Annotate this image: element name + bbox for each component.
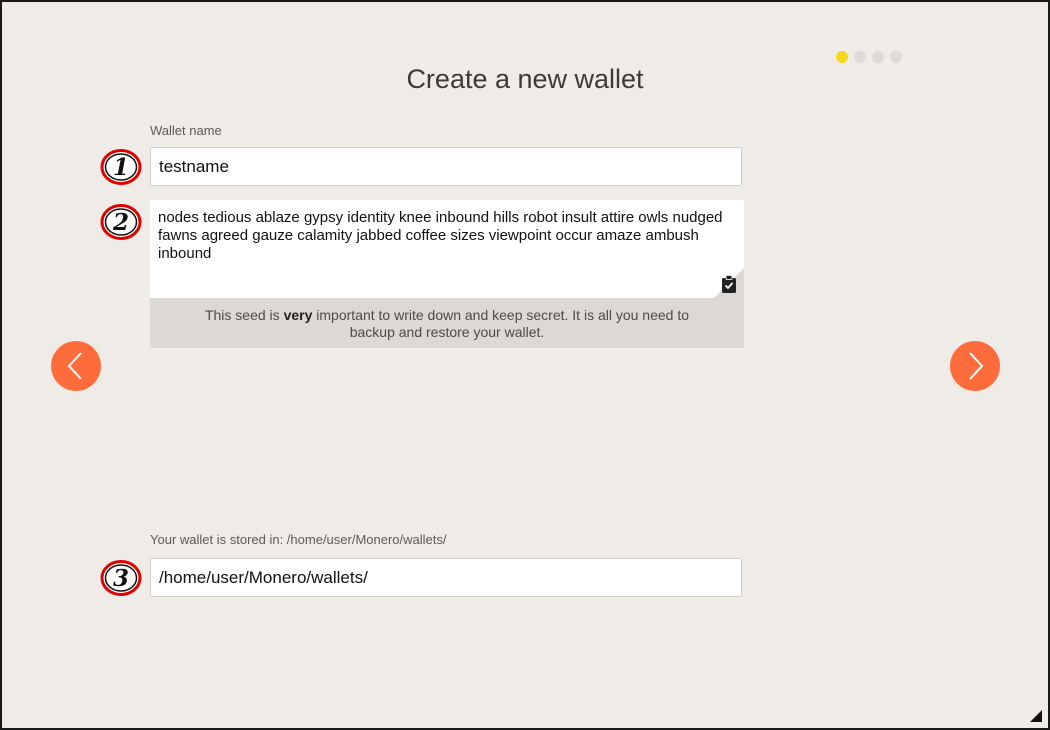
step-dot-3 (872, 51, 884, 63)
step-dot-1-active (836, 51, 848, 63)
chevron-left-icon (67, 352, 82, 380)
wizard-window: Create a new wallet Wallet name 1 testna… (0, 0, 1050, 730)
next-button[interactable] (950, 341, 1000, 391)
seed-note-prefix: This seed is (204, 307, 284, 323)
wallet-name-label: Wallet name (150, 123, 222, 138)
clipboard-check-icon[interactable] (721, 275, 737, 293)
annotation-marker-2: 2 (100, 204, 142, 240)
wallet-location-input[interactable]: /home/user/Monero/wallets/ (150, 558, 742, 597)
seed-note-suffix: important to write down and keep secret.… (312, 307, 690, 340)
resize-grip[interactable] (1030, 710, 1042, 722)
seed-words-textarea[interactable]: nodes tedious ablaze gypsy identity knee… (150, 200, 744, 298)
annotation-marker-2-label: 2 (112, 209, 129, 236)
wallet-name-input[interactable]: testname (150, 147, 742, 186)
chevron-right-icon (969, 352, 984, 380)
annotation-marker-3: 3 (100, 560, 142, 596)
storage-location-label: Your wallet is stored in: /home/user/Mon… (150, 532, 447, 547)
step-indicator (836, 51, 902, 63)
step-dot-2 (854, 51, 866, 63)
annotation-marker-1-label: 1 (113, 154, 129, 181)
step-dot-4 (890, 51, 902, 63)
seed-warning-note: This seed is very important to write dow… (150, 298, 744, 348)
seed-note-emphasis: very (283, 307, 313, 323)
annotation-marker-1: 1 (100, 149, 142, 185)
seed-panel: nodes tedious ablaze gypsy identity knee… (150, 200, 744, 348)
page-title: Create a new wallet (406, 64, 644, 94)
back-button[interactable] (51, 341, 101, 391)
annotation-marker-3-label: 3 (113, 565, 129, 592)
